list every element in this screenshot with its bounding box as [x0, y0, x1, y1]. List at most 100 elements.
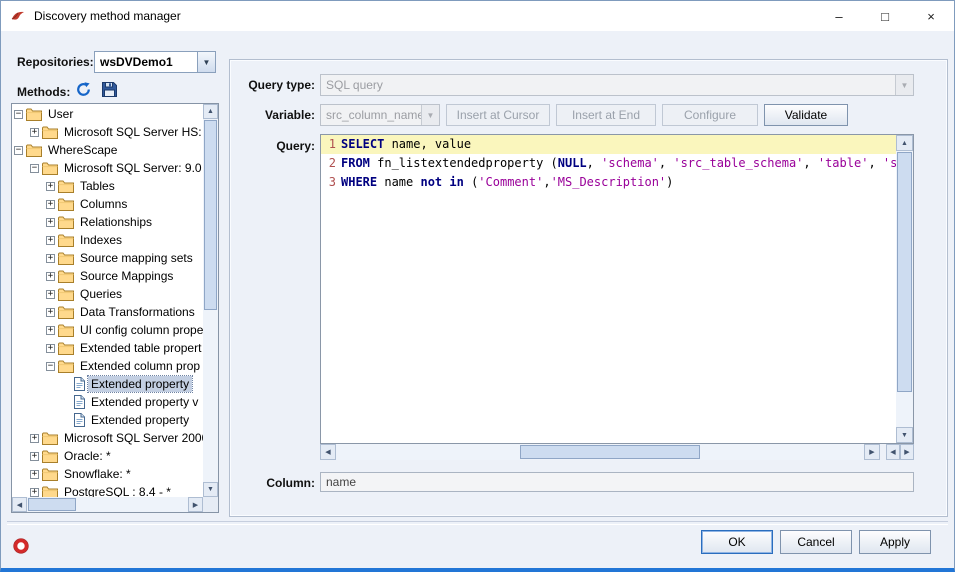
tree-horizontal-scrollbar[interactable]: ◀ ▶ [12, 497, 203, 512]
expand-icon[interactable]: + [30, 470, 39, 479]
discovery-method-manager-dialog: Discovery method manager – □ × Repositor… [0, 0, 955, 572]
maximize-button[interactable]: □ [862, 1, 908, 31]
tree-item[interactable]: +Data Transformations [12, 303, 203, 321]
tree-item-label: Extended property [88, 376, 192, 392]
tree-item[interactable]: −User [12, 105, 203, 123]
scroll-left-icon[interactable]: ◀ [320, 444, 336, 460]
collapse-icon[interactable]: − [30, 164, 39, 173]
insert-at-end-button: Insert at End [556, 104, 656, 126]
query-label: Query: [230, 139, 315, 153]
tree-item[interactable]: +Tables [12, 177, 203, 195]
expand-icon[interactable]: + [46, 236, 55, 245]
column-label: Column: [230, 476, 315, 490]
tree-item[interactable]: + Extended table propert [12, 339, 203, 357]
expand-icon[interactable]: + [46, 218, 55, 227]
expand-icon[interactable]: + [30, 452, 39, 461]
tree-item-label: Extended column prop [77, 358, 203, 374]
expand-icon[interactable]: + [30, 488, 39, 497]
tree-item[interactable]: +Columns [12, 195, 203, 213]
scroll-right-icon[interactable]: ▶ [188, 497, 203, 512]
folder-icon [58, 252, 74, 265]
collapse-icon[interactable]: − [14, 110, 23, 119]
editor-horizontal-scrollbar[interactable]: ◀ ▶ [320, 444, 880, 460]
tree-item[interactable]: −WhereScape [12, 141, 203, 159]
minimize-button[interactable]: – [816, 1, 862, 31]
query-line[interactable]: 2FROM fn_listextendedproperty (NULL, 'sc… [321, 154, 896, 173]
tree-hscroll-thumb[interactable] [28, 498, 76, 511]
chevron-down-icon[interactable]: ▼ [197, 52, 215, 72]
save-icon[interactable] [99, 79, 119, 99]
tree-item[interactable]: Extended property [12, 411, 203, 429]
refresh-icon[interactable] [73, 79, 93, 99]
editor-horizontal-scrollbar-secondary[interactable]: ◀ ▶ [886, 444, 914, 460]
expand-icon[interactable]: + [46, 326, 55, 335]
apply-button[interactable]: Apply [859, 530, 931, 554]
tree-item[interactable]: +Source Mappings [12, 267, 203, 285]
column-field: name [320, 472, 914, 492]
tree-item-label: Extended table propert [77, 340, 203, 356]
query-editor[interactable]: 1SELECT name, value2FROM fn_listextended… [320, 134, 914, 444]
repository-combo[interactable]: wsDVDemo1 ▼ [94, 51, 216, 73]
tree-item[interactable]: + UI config column prope [12, 321, 203, 339]
scroll-up-icon[interactable]: ▲ [203, 104, 218, 119]
scroll-left-icon[interactable]: ◀ [12, 497, 27, 512]
editor-hscroll-thumb[interactable] [520, 445, 700, 459]
scroll-left-icon[interactable]: ◀ [886, 444, 900, 460]
query-type-value: SQL query [321, 78, 895, 92]
query-line[interactable]: 3WHERE name not in ('Comment','MS_Descri… [321, 173, 896, 192]
editor-vertical-scrollbar[interactable]: ▲ ▼ [896, 135, 913, 443]
tree-item[interactable]: −Microsoft SQL Server: 9.0 - [12, 159, 203, 177]
scroll-right-icon[interactable]: ▶ [864, 444, 880, 460]
line-number: 2 [321, 154, 336, 173]
expand-icon[interactable]: + [30, 128, 39, 137]
expand-icon[interactable]: + [46, 182, 55, 191]
tree-item[interactable]: +PostgreSQL : 8.4 - * [12, 483, 203, 497]
tree-vertical-scrollbar[interactable]: ▲ ▼ [203, 104, 218, 497]
configure-button: Configure [662, 104, 758, 126]
query-code[interactable]: 1SELECT name, value2FROM fn_listextended… [321, 135, 896, 443]
editor-vscroll-thumb[interactable] [897, 152, 912, 392]
tree-item[interactable]: + Oracle: * [12, 447, 203, 465]
scroll-up-icon[interactable]: ▲ [896, 135, 913, 151]
collapse-icon[interactable]: − [46, 362, 55, 371]
cancel-button[interactable]: Cancel [780, 530, 852, 554]
scroll-right-icon[interactable]: ▶ [900, 444, 914, 460]
tree-item[interactable]: +Microsoft SQL Server HS: S [12, 123, 203, 141]
tree-item-label: Snowflake: * [61, 466, 134, 482]
expand-icon[interactable]: + [46, 308, 55, 317]
tree-item[interactable]: + Snowflake: * [12, 465, 203, 483]
tree-item[interactable]: Extended property [12, 375, 203, 393]
collapse-icon[interactable]: − [14, 146, 23, 155]
close-button[interactable]: × [908, 1, 954, 31]
expand-icon[interactable]: + [30, 434, 39, 443]
tree-item[interactable]: +Queries [12, 285, 203, 303]
expand-icon[interactable]: + [46, 344, 55, 353]
tree-item[interactable]: +Microsoft SQL Server 2000 [12, 429, 203, 447]
query-line[interactable]: 1SELECT name, value [321, 135, 896, 154]
tree-item-label: Oracle: * [61, 448, 114, 464]
validate-button[interactable]: Validate [764, 104, 848, 126]
tree-item[interactable]: Extended property v [12, 393, 203, 411]
tree-item-label: Extended property [88, 412, 192, 428]
expand-icon[interactable]: + [46, 254, 55, 263]
scroll-down-icon[interactable]: ▼ [896, 427, 913, 443]
tree-item[interactable]: +Source mapping sets [12, 249, 203, 267]
folder-icon [42, 162, 58, 175]
expand-icon[interactable]: + [46, 200, 55, 209]
folder-icon [42, 432, 58, 445]
tree-item-label: UI config column prope [77, 322, 203, 338]
tree-item[interactable]: +Indexes [12, 231, 203, 249]
folder-icon [58, 180, 74, 193]
window-title: Discovery method manager [34, 9, 181, 23]
scroll-down-icon[interactable]: ▼ [203, 482, 218, 497]
tree-vscroll-thumb[interactable] [204, 120, 217, 310]
folder-icon [58, 198, 74, 211]
ok-button[interactable]: OK [701, 530, 773, 554]
tree-item[interactable]: +Relationships [12, 213, 203, 231]
folder-icon [58, 306, 74, 319]
page-icon [74, 377, 85, 391]
expand-icon[interactable]: + [46, 272, 55, 281]
folder-icon [26, 144, 42, 157]
expand-icon[interactable]: + [46, 290, 55, 299]
tree-item[interactable]: − Extended column prop [12, 357, 203, 375]
